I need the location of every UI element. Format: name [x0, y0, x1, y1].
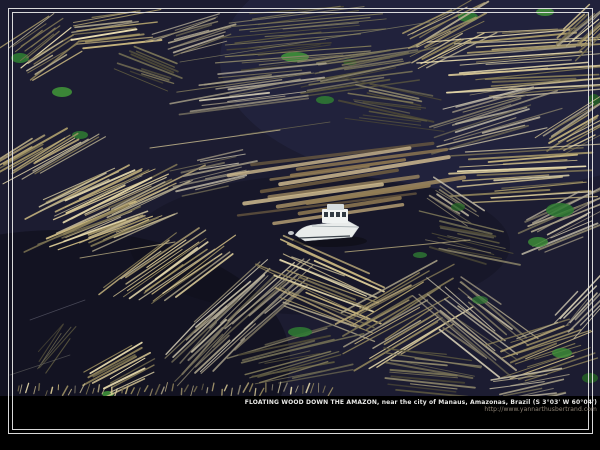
- boat-window: [336, 212, 340, 217]
- vegetation-patch: [11, 53, 29, 63]
- vegetation-patch: [52, 87, 72, 97]
- aerial-photo-floating-wood: [0, 0, 600, 396]
- caption-url: http://www.yannarthusbertrand.com: [245, 406, 597, 413]
- vegetation-patch: [528, 237, 548, 247]
- boat-window: [330, 212, 334, 217]
- vegetation-patch: [582, 373, 598, 383]
- amazon-log-rafts-scene: [0, 0, 600, 396]
- vegetation-patch: [536, 8, 554, 16]
- boat-roof: [327, 204, 344, 210]
- caption-title: FLOATING WOOD DOWN THE AMAZON, near the …: [245, 399, 597, 406]
- vegetation-patch: [288, 327, 312, 337]
- boat-stern-detail: [288, 231, 294, 235]
- vegetation-patch: [316, 96, 334, 104]
- log: [39, 384, 40, 390]
- boat-window: [324, 212, 328, 217]
- vegetation-patch: [413, 252, 427, 258]
- boat-window: [342, 212, 346, 217]
- vegetation-patch: [552, 348, 572, 358]
- log: [122, 387, 123, 393]
- photo-caption: FLOATING WOOD DOWN THE AMAZON, near the …: [245, 399, 597, 413]
- vegetation-patch: [451, 203, 465, 211]
- wallpaper: { "caption": { "line1": "FLOATING WOOD D…: [0, 0, 600, 450]
- log: [291, 388, 292, 394]
- vegetation-patch: [546, 203, 574, 217]
- log: [272, 385, 273, 390]
- vegetation-patch: [472, 296, 488, 304]
